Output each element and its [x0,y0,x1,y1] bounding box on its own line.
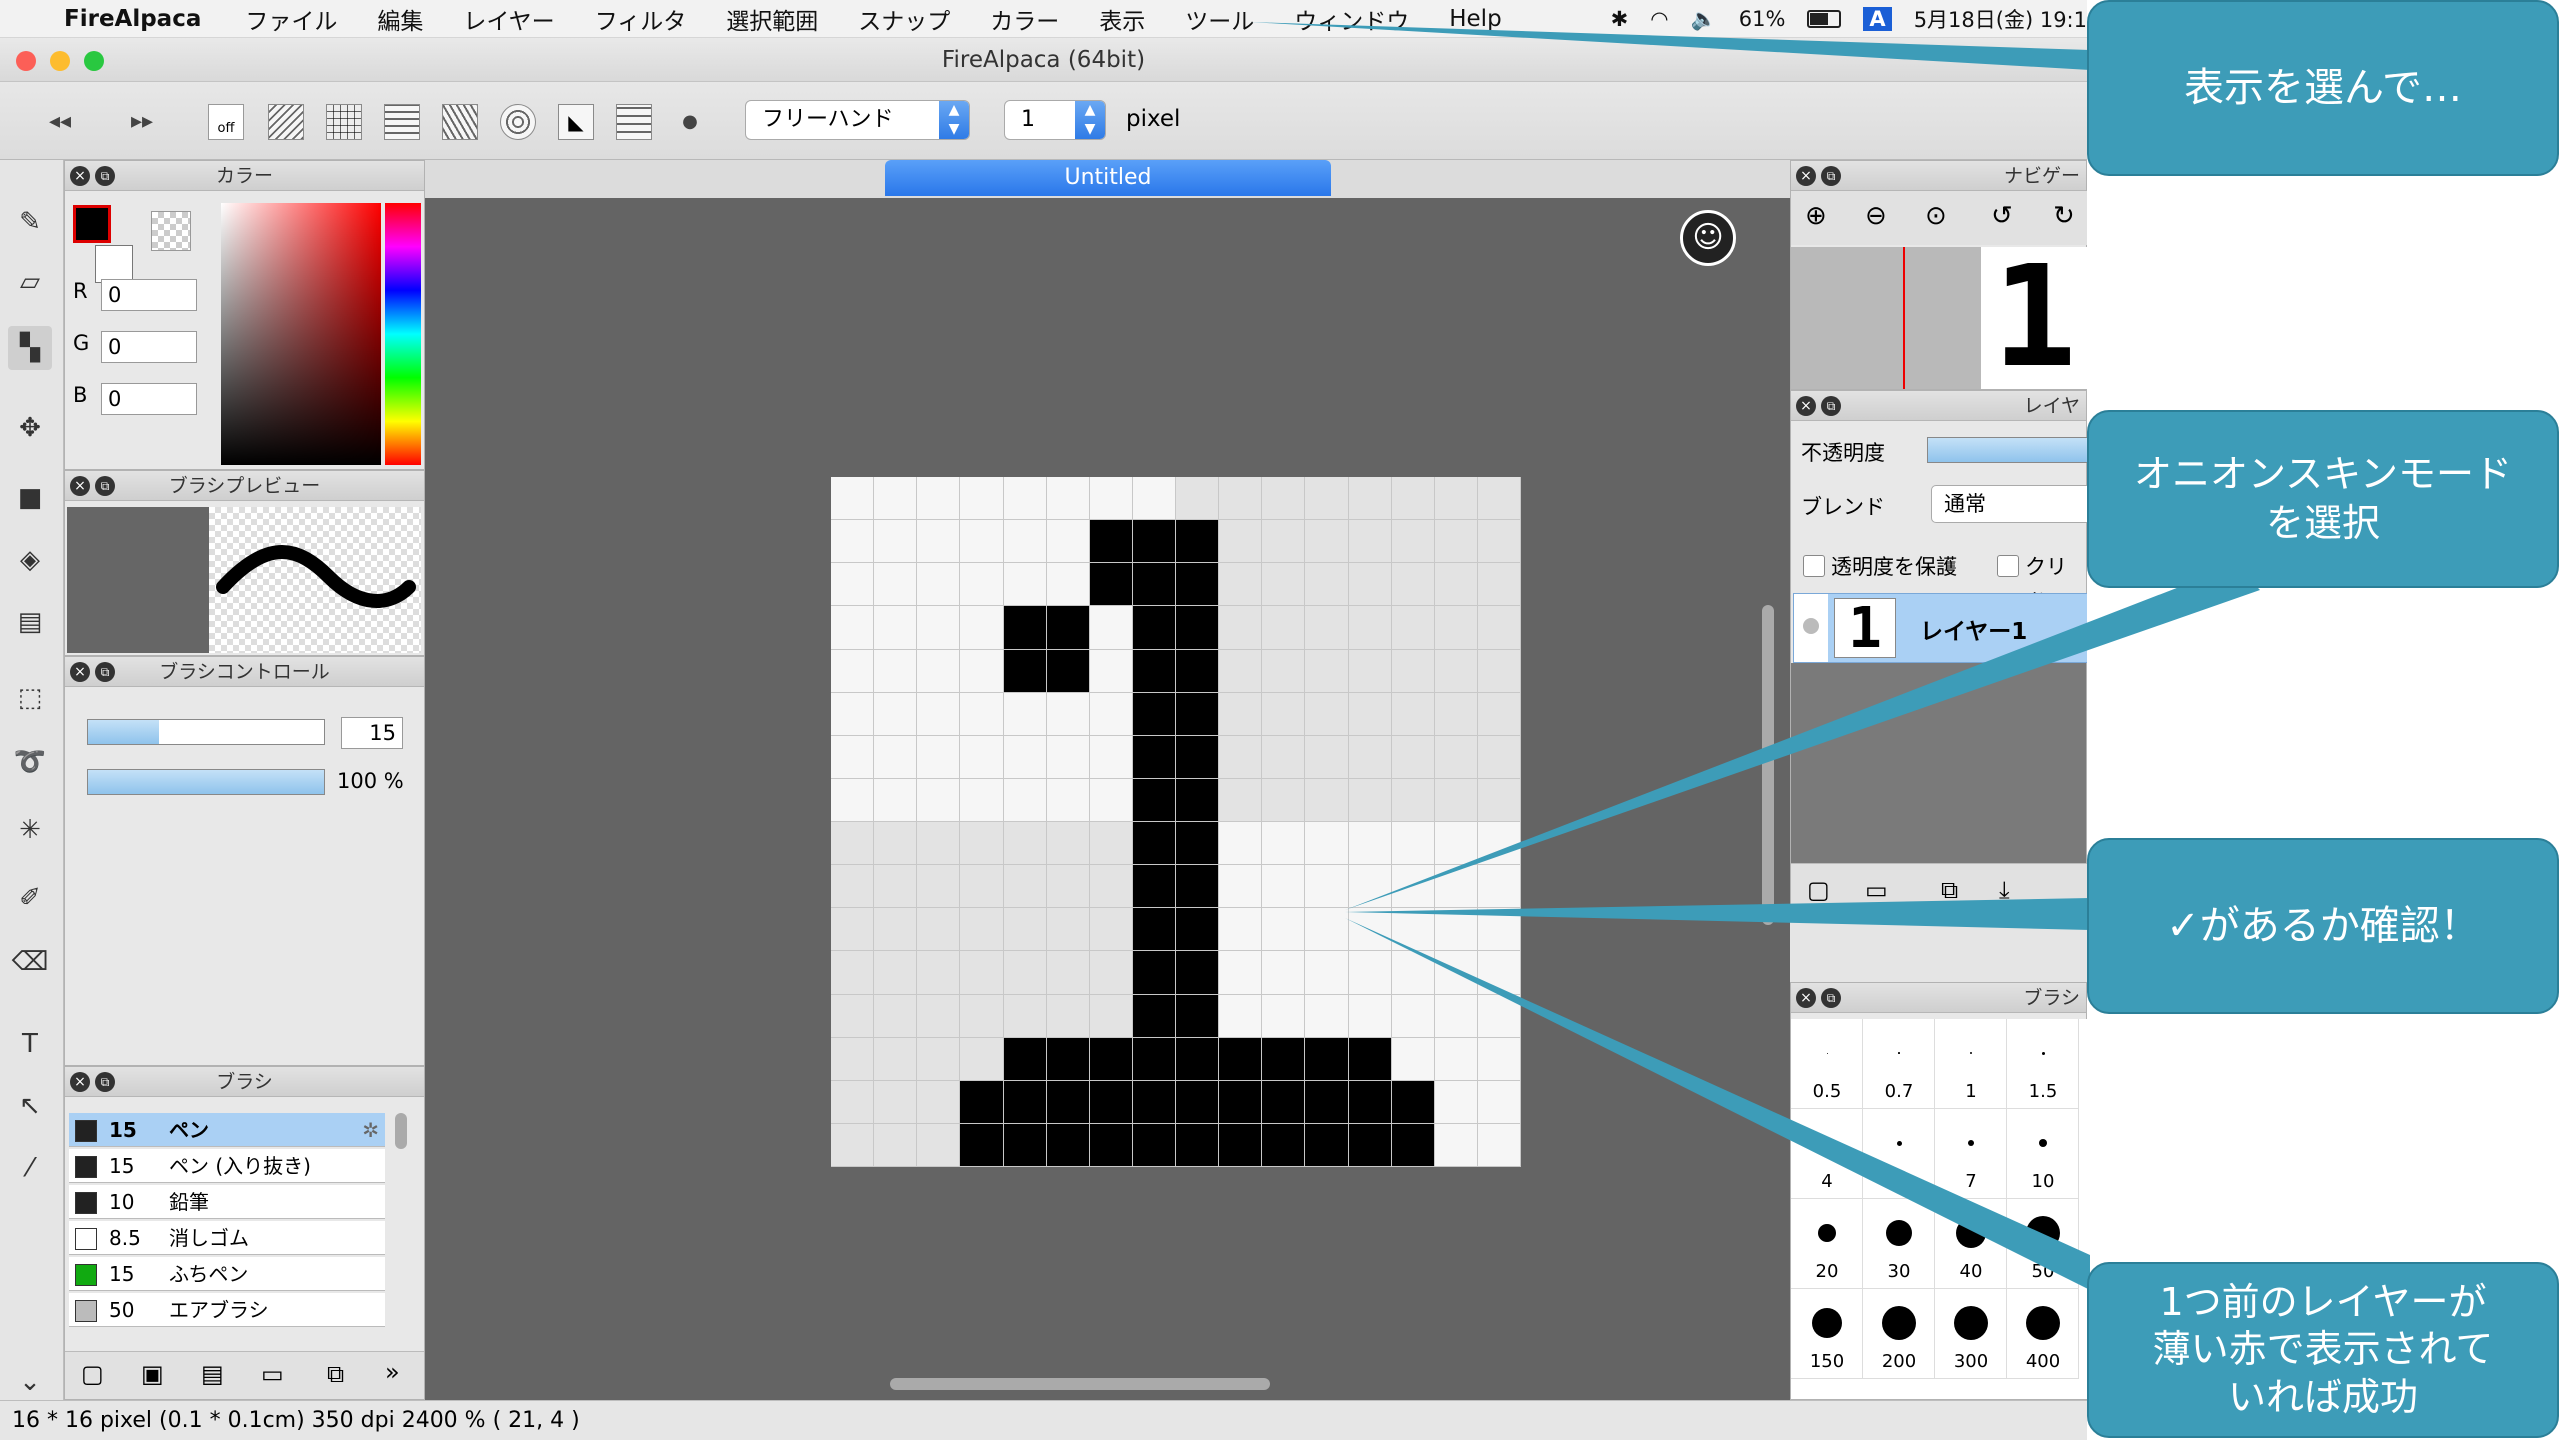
arrow-checkmark [1345,898,2090,930]
callout-onion-skin: オニオンスキンモード を選択 [2087,410,2559,588]
callout-arrows [1250,22,2260,1290]
arrow-to-view-menu [1250,22,2090,70]
callout-check-mark: ✓があるか確認！ [2087,838,2559,1014]
callout-select-view: 表示を選んで… [2087,0,2559,176]
arrow-success [1345,918,2090,1290]
callout-success: 1つ前のレイヤーが 薄い赤で表示されて いれば成功 [2087,1262,2559,1438]
